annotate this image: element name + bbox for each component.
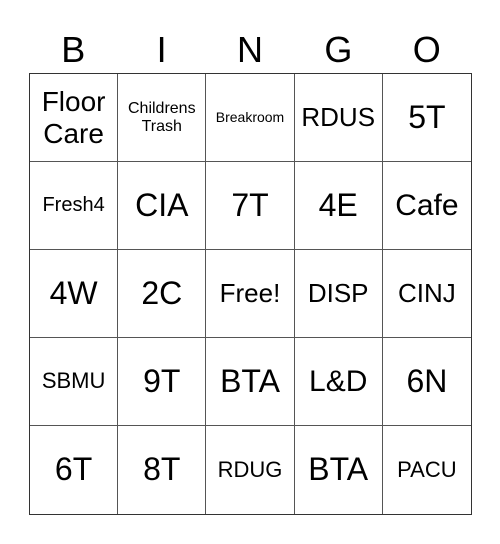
bingo-cell[interactable]: SBMU [30,338,119,426]
header-letter-g: G [324,29,353,70]
bingo-cell[interactable]: CIA [118,162,207,250]
bingo-header: B I N G O [29,28,471,72]
bingo-cell[interactable]: 9T [118,338,207,426]
bingo-cell[interactable]: Breakroom [206,74,295,162]
bingo-cell[interactable]: 6T [30,426,119,514]
bingo-cell-free[interactable]: Free! [206,250,295,338]
header-letter-b: B [61,29,86,70]
bingo-cell[interactable]: DISP [294,250,383,338]
bingo-cell[interactable]: RDUS [294,74,383,162]
bingo-cell[interactable]: PACU [383,426,471,514]
header-letter-o: O [412,29,441,70]
bingo-cell[interactable]: 4W [30,250,119,338]
header-letter-i: I [156,29,167,70]
bingo-cell[interactable]: Cafe [382,162,471,250]
bingo-cell[interactable]: CINJ [382,250,471,338]
bingo-cell[interactable]: L&D [294,338,383,426]
bingo-cell[interactable]: 5T [382,74,471,162]
header-letter-n: N [236,29,263,70]
bingo-cell[interactable]: 8T [118,426,207,514]
bingo-cell[interactable]: 7T [206,162,295,250]
bingo-cell[interactable]: 6N [382,338,471,426]
bingo-cell[interactable]: Childrens Trash [118,74,207,162]
bingo-cell[interactable]: Floor Care [30,74,119,162]
bingo-cell[interactable]: RDUG [206,426,295,514]
bingo-grid: Floor Care Childrens Trash Breakroom RDU… [29,73,472,515]
bingo-cell[interactable]: 2C [118,250,207,338]
bingo-cell[interactable]: Fresh4 [30,162,119,250]
bingo-cell[interactable]: BTA [206,338,295,426]
bingo-cell[interactable]: BTA [295,426,383,514]
bingo-cell[interactable]: 4E [294,162,383,250]
